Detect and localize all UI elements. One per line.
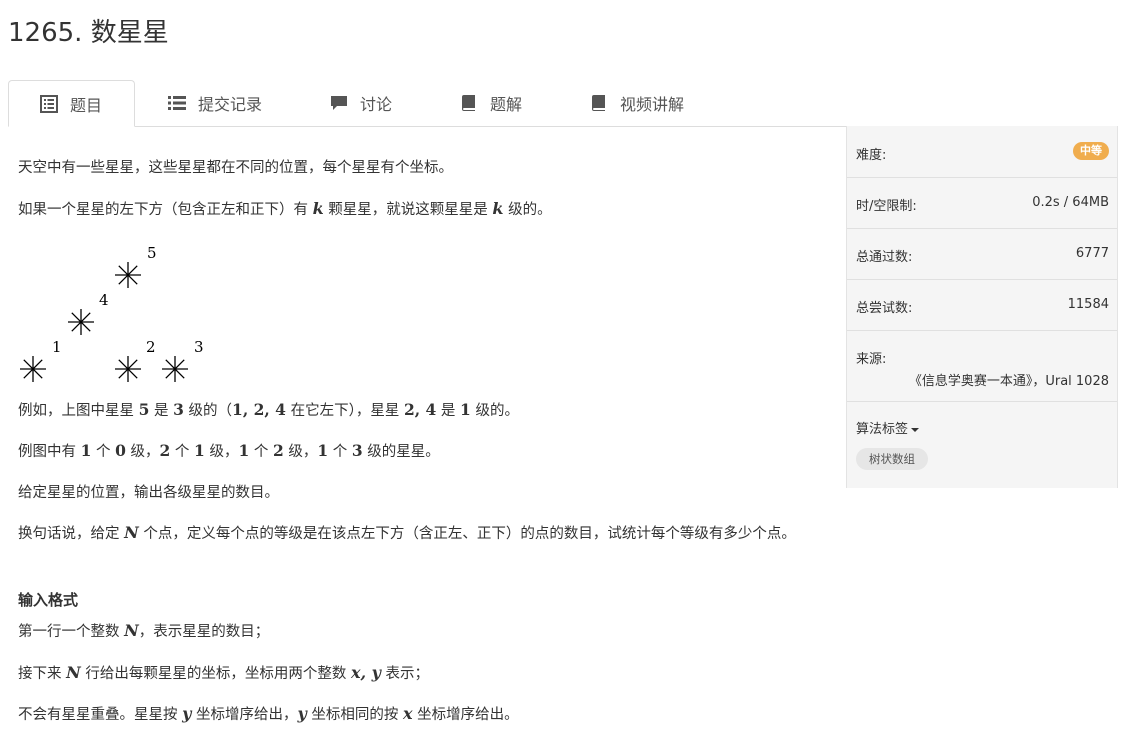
tab-video[interactable]: 视频讲解 — [590, 80, 684, 125]
book-icon — [590, 94, 608, 112]
star-number-label: 1 — [52, 338, 62, 356]
source-value: 《信息学奥赛一本通》，Ural 1028 — [908, 374, 1109, 389]
limit-row: 时/空限制: 0.2s / 64MB — [847, 178, 1117, 229]
source-label: 来源: — [856, 352, 887, 367]
passed-row: 总通过数: 6777 — [847, 229, 1117, 280]
star-number-label: 4 — [99, 291, 109, 309]
limit-value: 0.2s / 64MB — [1032, 195, 1109, 210]
star-icon — [115, 356, 141, 382]
tab-solutions[interactable]: 题解 — [460, 80, 522, 125]
tried-row: 总尝试数: 11584 — [847, 280, 1117, 331]
tab-submissions[interactable]: 提交记录 — [168, 80, 262, 125]
caret-down-icon — [911, 427, 920, 432]
star-number-label: 5 — [147, 244, 157, 262]
desc-paragraph: 例如，上图中星星 5 是 3 级的（1, 2, 4 在它左下），星星 2, 4 … — [18, 400, 519, 419]
tag-badge[interactable]: 树状数组 — [856, 448, 928, 470]
source-row: 来源: 《信息学奥赛一本通》，Ural 1028 — [847, 331, 1117, 402]
book-icon — [460, 94, 478, 112]
passed-value: 6777 — [1075, 246, 1109, 261]
tab-label: 提交记录 — [198, 94, 263, 114]
stars-figure: 1 2 3 4 5 — [20, 244, 204, 382]
problem-tabs: 题目 提交记录 讨论 题解 视频讲解 — [8, 80, 1116, 127]
desc-paragraph: 接下来 N 行给出每颗星星的坐标，坐标用两个整数 x, y 表示； — [18, 663, 430, 682]
tags-toggle[interactable]: 算法标签 — [856, 418, 920, 437]
desc-paragraph: 不会有星星重叠。星星按 y 坐标增序给出，y 坐标相同的按 x 坐标增序给出。 — [18, 704, 519, 723]
star-icon — [68, 309, 94, 335]
difficulty-badge: 中等 — [1073, 142, 1109, 160]
star-number-label: 2 — [146, 338, 156, 356]
tab-problem[interactable]: 题目 — [8, 80, 135, 127]
tried-value: 11584 — [1067, 297, 1109, 312]
star-icon — [115, 262, 141, 288]
difficulty-row: 难度: 中等 — [847, 126, 1117, 178]
limit-label: 时/空限制: — [856, 199, 917, 214]
page-title: 1265. 数星星 — [8, 18, 169, 48]
desc-paragraph: 如果一个星星的左下方（包含正左和正下）有 k 颗星星，就说这颗星星是 k 级的。 — [18, 199, 552, 218]
star-icon — [20, 356, 46, 382]
tags-label: 算法标签 — [856, 422, 909, 437]
desc-paragraph: 天空中有一些星星，这些星星都在不同的位置，每个星星有个坐标。 — [18, 160, 453, 176]
problem-info-panel: 难度: 中等 时/空限制: 0.2s / 64MB 总通过数: 6777 总尝试… — [846, 126, 1118, 488]
desc-paragraph: 例图中有 1 个 0 级，2 个 1 级，1 个 2 级，1 个 3 级的星星。 — [18, 441, 440, 460]
passed-label: 总通过数: — [856, 250, 913, 265]
desc-paragraph: 第一行一个整数 N，表示星星的数目； — [18, 621, 270, 640]
tab-label: 题目 — [70, 95, 103, 115]
document-icon — [40, 94, 58, 113]
list-icon — [168, 94, 186, 112]
desc-paragraph: 给定星星的位置，输出各级星星的数目。 — [18, 485, 279, 501]
desc-paragraph: 换句话说，给定 N 个点，定义每个点的等级是在该点左下方（含正左、正下）的点的数… — [18, 523, 796, 542]
tab-discussion[interactable]: 讨论 — [330, 80, 392, 125]
difficulty-label: 难度: — [856, 148, 887, 163]
input-format-heading: 输入格式 — [18, 591, 79, 609]
tab-label: 视频讲解 — [620, 94, 685, 114]
comment-icon — [330, 94, 348, 112]
tried-label: 总尝试数: — [856, 301, 913, 316]
star-number-label: 3 — [194, 338, 204, 356]
tab-label: 题解 — [490, 94, 523, 114]
star-icon — [162, 356, 188, 382]
tab-label: 讨论 — [360, 94, 393, 114]
